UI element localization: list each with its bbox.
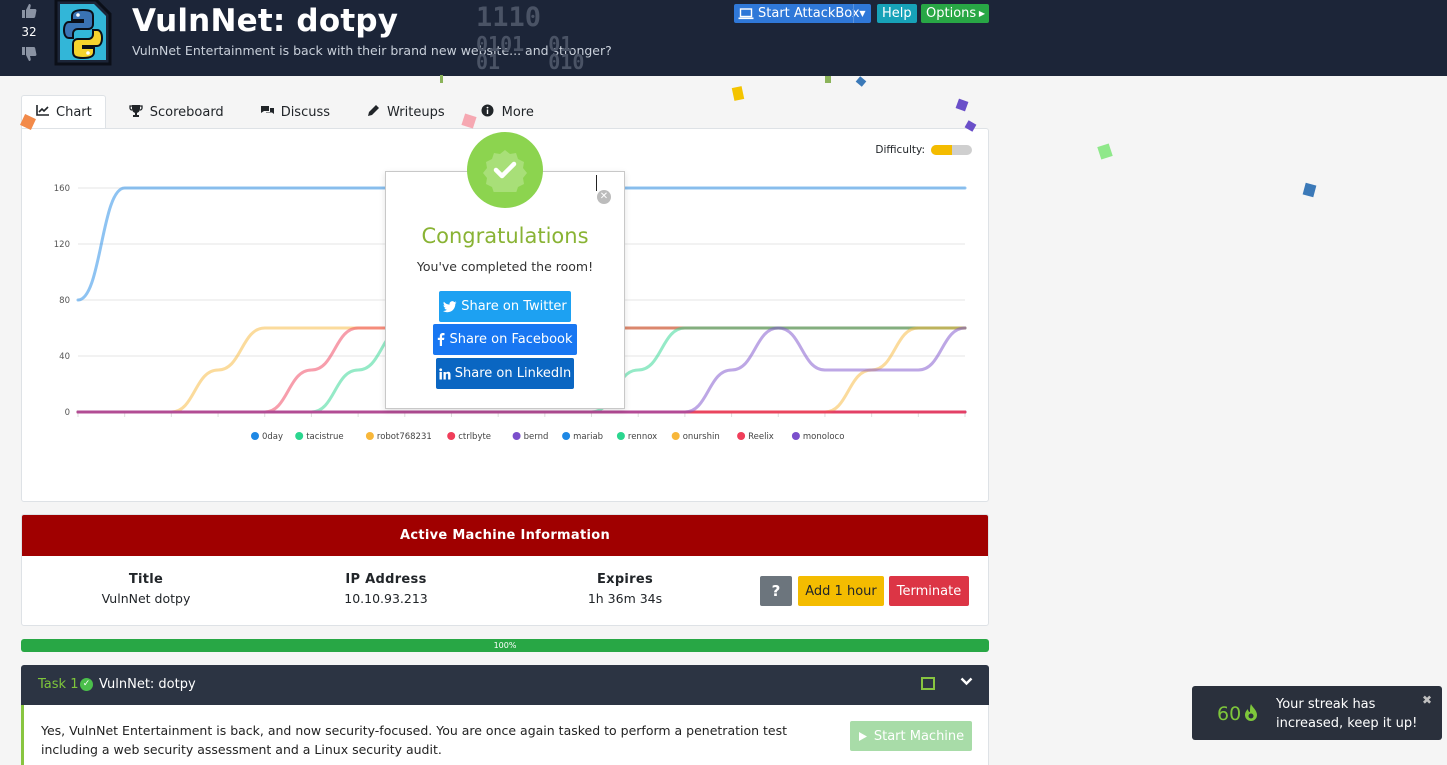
legend-marker [365, 432, 374, 440]
caret-down-icon[interactable]: ▼ [853, 4, 871, 23]
info-circle-icon [481, 104, 495, 120]
legend-marker [616, 432, 625, 440]
share-facebook-button[interactable]: Share on Facebook [433, 324, 577, 355]
task-name: VulnNet: dotpy [99, 677, 196, 692]
confetti-piece [855, 76, 867, 87]
legend-marker [791, 432, 800, 440]
legend-label: 0day [262, 432, 283, 442]
pencil-icon [366, 104, 380, 120]
task-description: Yes, VulnNet Entertainment is back, and … [41, 723, 788, 757]
start-machine-button[interactable]: Start Machine [850, 721, 972, 751]
close-icon[interactable]: ✕ [597, 190, 611, 204]
machine-panel-header: Active Machine Information [22, 515, 988, 556]
twitter-icon [443, 300, 457, 312]
close-icon[interactable]: ✖ [1422, 693, 1432, 707]
tab-more[interactable]: More [468, 95, 547, 129]
start-attackbox-button[interactable]: Start AttackBox ▼ [734, 4, 871, 23]
room-header: 32 VulnNet: dotpy VulnNet Entertainment … [0, 0, 1447, 76]
legend-label: robot768231 [377, 432, 432, 442]
facebook-icon [438, 333, 445, 346]
confetti-piece [440, 75, 443, 83]
y-tick-label: 80 [59, 296, 70, 306]
room-tabs: Chart Scoreboard Discuss Writeups More [21, 95, 557, 129]
thumbs-up-icon[interactable] [21, 3, 37, 19]
share-linkedin-button[interactable]: Share on LinkedIn [436, 358, 574, 389]
y-tick-label: 120 [54, 240, 70, 250]
modal-title: Congratulations [421, 224, 589, 248]
terminate-button[interactable]: Terminate [889, 576, 969, 606]
y-tick-label: 40 [59, 352, 70, 362]
share-twitter-button[interactable]: Share on Twitter [439, 291, 571, 322]
caret-right-icon: ▶ [978, 9, 985, 18]
streak-message: Your streak has increased, keep it up! [1276, 697, 1418, 731]
text-cursor [596, 175, 597, 191]
page-title: VulnNet: dotpy [132, 3, 399, 39]
streak-count: 60 [1217, 703, 1242, 725]
line-chart-icon [35, 105, 49, 119]
legend-marker [512, 432, 521, 440]
laptop-icon [738, 7, 754, 19]
y-tick-label: 0 [65, 408, 70, 418]
linkedin-icon [439, 367, 451, 379]
y-tick-label: 160 [54, 184, 70, 194]
legend-label: rennox [628, 432, 657, 442]
play-icon [858, 731, 867, 741]
options-button[interactable]: Options ▶ [921, 4, 989, 23]
legend-label: monoloco [803, 432, 845, 442]
task-body: Yes, VulnNet Entertainment is back, and … [21, 705, 989, 765]
tab-discuss[interactable]: Discuss [247, 95, 343, 129]
legend-label: ctrlbyte [458, 432, 491, 442]
legend-marker [447, 432, 456, 440]
confetti-piece [1302, 182, 1317, 198]
legend-label: tacistrue [306, 432, 343, 442]
check-badge-icon [467, 132, 543, 208]
active-machine-panel: Active Machine Information Title VulnNet… [21, 514, 989, 626]
legend-label: Reelix [748, 432, 774, 442]
progress-fill: 100% [21, 639, 989, 652]
chevron-down-icon[interactable] [960, 674, 973, 690]
confetti-piece [825, 76, 831, 83]
legend-marker [251, 432, 259, 440]
machine-title: Title VulnNet dotpy [101, 572, 191, 606]
room-progress-bar: 100% [21, 639, 989, 652]
check-circle-icon: ✓ [80, 678, 93, 691]
legend-marker [671, 432, 680, 440]
thumbs-down-icon[interactable] [21, 46, 37, 62]
vote-count: 32 [21, 25, 37, 39]
comments-icon [260, 105, 274, 120]
confetti-piece [1097, 143, 1113, 160]
legend-marker [737, 432, 746, 440]
task-number: Task 1 [38, 677, 79, 692]
modal-message: You've completed the room! [416, 259, 594, 274]
tab-writeups[interactable]: Writeups [353, 95, 458, 129]
flame-icon [1245, 704, 1257, 721]
help-button[interactable]: Help [877, 4, 917, 23]
add-hour-button[interactable]: Add 1 hour [798, 576, 884, 606]
machine-expires: Expires 1h 36m 34s [587, 572, 663, 606]
legend-marker [295, 432, 304, 440]
task-header[interactable]: Task 1 ✓ VulnNet: dotpy [21, 665, 989, 705]
list-icon[interactable] [921, 677, 935, 690]
legend-label: bernd [524, 432, 549, 442]
trophy-icon [129, 104, 143, 120]
tab-scoreboard[interactable]: Scoreboard [116, 95, 237, 129]
legend-label: mariab [573, 432, 603, 442]
confetti-piece [955, 98, 969, 112]
legend-marker [562, 432, 571, 440]
machine-help-button[interactable]: ? [760, 576, 792, 606]
machine-ip: IP Address 10.10.93.213 [344, 572, 428, 606]
python-room-icon [54, 0, 112, 66]
confetti-piece [731, 86, 745, 101]
legend-label: onurshin [683, 432, 720, 442]
streak-toast: 60 Your streak has increased, keep it up… [1192, 686, 1442, 740]
